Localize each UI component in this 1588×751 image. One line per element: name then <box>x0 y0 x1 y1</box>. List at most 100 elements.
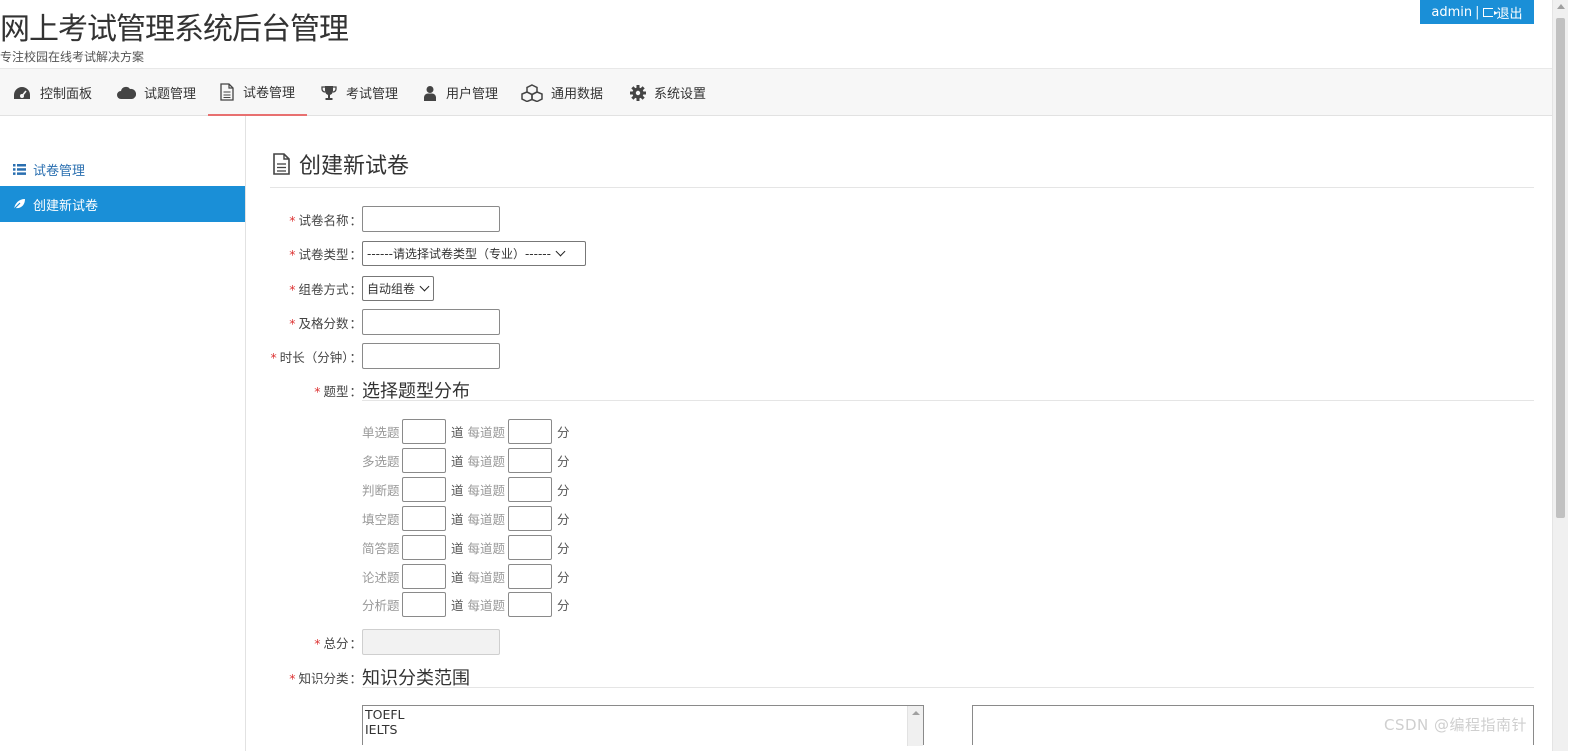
per-question-label: 每道题 <box>467 454 506 469</box>
question-count-input[interactable] <box>402 419 446 444</box>
document-icon <box>220 82 234 101</box>
nav-item-exams[interactable]: 考试管理 <box>320 69 398 116</box>
question-score-input[interactable] <box>508 506 553 531</box>
question-score-input[interactable] <box>508 419 553 444</box>
sidebar-item-label: 试卷管理 <box>33 163 86 179</box>
question-type-row-multiple: 多选题 道 每道题 分 <box>362 448 574 473</box>
score-unit: 分 <box>557 570 570 585</box>
chevron-down-icon <box>555 246 566 257</box>
divider <box>270 187 1534 188</box>
username-link[interactable]: admin <box>1431 5 1472 20</box>
total-score-input <box>362 629 500 655</box>
user-icon <box>424 85 436 101</box>
sidebar-item-paper-management[interactable]: 试卷管理 <box>0 151 245 187</box>
page-scrollbar[interactable] <box>1552 0 1568 751</box>
list-item[interactable]: TOEFL <box>365 707 921 722</box>
paper-name-input[interactable] <box>362 206 500 232</box>
dashboard-icon <box>14 86 30 99</box>
assembly-mode-row: * 组卷方式： 自动组卷 <box>270 276 434 301</box>
paper-name-label: * 试卷名称： <box>289 212 362 228</box>
question-count-input[interactable] <box>402 535 446 560</box>
question-count-input[interactable] <box>402 448 446 473</box>
question-score-input[interactable] <box>508 564 553 589</box>
divider <box>362 687 1534 688</box>
site-title: 网上考试管理系统后台管理 <box>0 12 349 47</box>
paper-type-select[interactable]: ------请选择试卷类型（专业）------ <box>362 241 586 266</box>
score-unit: 分 <box>557 454 570 469</box>
score-unit: 分 <box>557 483 570 498</box>
nav-item-settings[interactable]: 系统设置 <box>630 69 706 116</box>
count-unit: 道 <box>451 541 464 556</box>
question-type-name: 填空题 <box>362 512 400 527</box>
question-count-input[interactable] <box>402 564 446 589</box>
paper-name-row: * 试卷名称： <box>270 206 500 232</box>
nav-item-papers[interactable]: 试卷管理 <box>208 69 307 116</box>
question-count-input[interactable] <box>402 506 446 531</box>
nav-label: 考试管理 <box>346 87 399 102</box>
count-unit: 道 <box>451 570 464 585</box>
per-question-label: 每道题 <box>467 425 506 440</box>
question-type-name: 多选题 <box>362 454 400 469</box>
top-navbar: 控制面板 试题管理 试卷管理 考试管理 用户管理 通用数据 系统设置 <box>0 68 1552 116</box>
scroll-up-icon[interactable] <box>1557 4 1565 9</box>
question-type-name: 判断题 <box>362 483 400 498</box>
nav-item-questions[interactable]: 试题管理 <box>116 69 196 116</box>
count-unit: 道 <box>451 454 464 469</box>
nav-label: 系统设置 <box>654 87 707 102</box>
score-unit: 分 <box>557 598 570 613</box>
knowledge-source-list[interactable]: TOEFL IELTS <box>362 705 924 746</box>
gear-icon <box>630 84 646 101</box>
total-score-row: * 总分： <box>270 629 500 655</box>
score-unit: 分 <box>557 425 570 440</box>
watermark: CSDN @编程指南针 <box>1384 716 1528 734</box>
user-bar: admin | 退出 <box>1420 0 1534 24</box>
trophy-icon <box>321 85 337 100</box>
duration-input[interactable] <box>362 343 500 369</box>
knowledge-label: * 知识分类： <box>289 670 362 686</box>
question-type-row-single: 单选题 道 每道题 分 <box>362 419 574 444</box>
page-title-text: 创建新试卷 <box>299 154 410 179</box>
sidebar-item-label: 创建新试卷 <box>33 198 99 214</box>
duration-label: * 时长（分钟）： <box>270 349 362 365</box>
question-type-row-judge: 判断题 道 每道题 分 <box>362 477 574 502</box>
pass-score-input[interactable] <box>362 309 500 335</box>
count-unit: 道 <box>451 483 464 498</box>
question-type-row-essay: 论述题 道 每道题 分 <box>362 564 574 589</box>
per-question-label: 每道题 <box>467 570 506 585</box>
question-type-row-short-answer: 简答题 道 每道题 分 <box>362 535 574 560</box>
user-separator: | <box>1475 4 1480 20</box>
list-item[interactable]: IELTS <box>365 722 921 737</box>
pass-score-label: * 及格分数： <box>289 315 362 331</box>
question-score-input[interactable] <box>508 448 553 473</box>
assembly-mode-label: * 组卷方式： <box>289 282 362 297</box>
scrollbar[interactable] <box>907 706 923 746</box>
nav-item-dashboard[interactable]: 控制面板 <box>12 69 92 116</box>
question-count-input[interactable] <box>402 592 446 617</box>
question-type-name: 简答题 <box>362 541 400 556</box>
assembly-mode-select[interactable]: 自动组卷 <box>362 276 434 301</box>
per-question-label: 每道题 <box>467 483 506 498</box>
cubes-icon <box>521 83 543 102</box>
question-type-row-fill: 填空题 道 每道题 分 <box>362 506 574 531</box>
sidebar-item-create-paper[interactable]: 创建新试卷 <box>0 186 245 222</box>
count-unit: 道 <box>451 425 464 440</box>
paper-type-row: * 试卷类型： ------请选择试卷类型（专业）------ <box>270 241 586 266</box>
question-score-input[interactable] <box>508 477 553 502</box>
per-question-label: 每道题 <box>467 541 506 556</box>
question-score-input[interactable] <box>508 592 553 617</box>
nav-item-common-data[interactable]: 通用数据 <box>521 69 603 116</box>
page: 网上考试管理系统后台管理 专注校园在线考试解决方案 admin | 退出 控制面… <box>0 0 1588 751</box>
question-count-input[interactable] <box>402 477 446 502</box>
pass-score-row: * 及格分数： <box>270 309 500 335</box>
question-score-input[interactable] <box>508 535 553 560</box>
document-icon <box>273 153 290 175</box>
scrollbar-thumb[interactable] <box>1556 18 1565 518</box>
chevron-down-icon <box>419 281 430 292</box>
nav-label: 通用数据 <box>551 87 604 102</box>
divider <box>362 400 1534 401</box>
per-question-label: 每道题 <box>467 512 506 527</box>
nav-label: 用户管理 <box>446 87 499 102</box>
logout-link[interactable]: 退出 <box>1497 3 1523 22</box>
question-type-name: 分析题 <box>362 598 400 613</box>
nav-item-users[interactable]: 用户管理 <box>422 69 498 116</box>
